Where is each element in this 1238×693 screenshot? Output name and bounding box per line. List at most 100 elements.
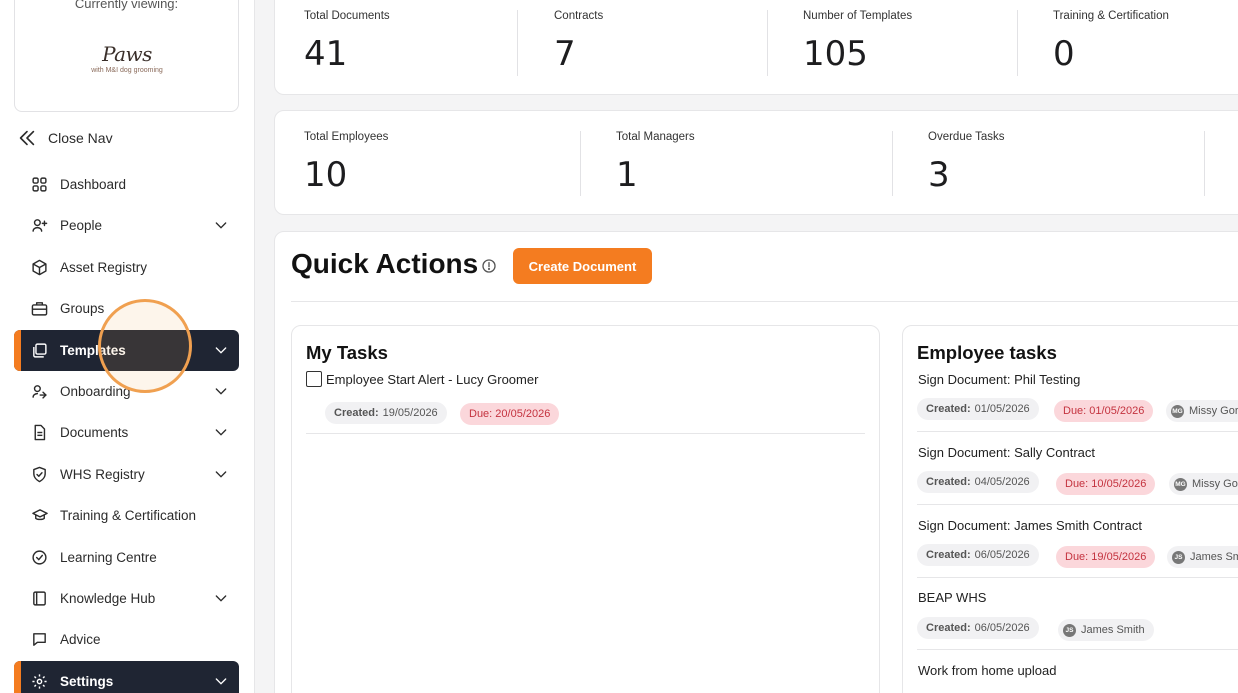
sidebar-item-label: Onboarding <box>60 384 131 399</box>
assignee-name: James Sm <box>1190 551 1238 563</box>
assignee-pill[interactable]: JS James Smith <box>1058 619 1154 641</box>
sidebar-item-label: People <box>60 218 103 233</box>
info-icon[interactable] <box>481 258 497 274</box>
assignee-name: Missy Gor <box>1192 478 1238 490</box>
chevron-down-icon[interactable] <box>213 217 229 233</box>
row-separator <box>917 649 1238 650</box>
sidebar: Currently viewing: Paws with M&I dog gro… <box>0 0 255 693</box>
task-checkbox[interactable] <box>306 371 322 387</box>
task-name[interactable]: Sign Document: James Smith Contract <box>918 518 1142 533</box>
stat-value: 3 <box>928 155 950 195</box>
sidebar-item-templates[interactable]: Templates <box>14 330 239 371</box>
stat-label: Contracts <box>554 10 604 22</box>
briefcase-icon <box>30 299 49 318</box>
gear-icon <box>30 672 49 691</box>
row-separator <box>917 431 1238 432</box>
sidebar-item-onboarding[interactable]: Onboarding <box>14 371 239 412</box>
sidebar-item-label: Training & Certification <box>60 508 197 523</box>
row-separator <box>917 504 1238 505</box>
stat-total-documents[interactable]: Total Documents 41 <box>304 10 390 74</box>
close-nav-button[interactable]: Close Nav <box>16 126 113 150</box>
created-date-pill: Created: 06/05/2026 <box>917 544 1039 566</box>
created-date: 06/05/2026 <box>974 622 1030 634</box>
assignee-pill[interactable]: JS James Sm <box>1167 546 1238 568</box>
double-chevron-left-icon <box>19 130 35 146</box>
chevron-down-icon[interactable] <box>213 673 229 689</box>
company-card: Currently viewing: Paws with M&I dog gro… <box>14 0 239 112</box>
book-icon <box>30 589 49 608</box>
employee-tasks-panel: Employee tasks Sign Document: Phil Testi… <box>902 325 1238 693</box>
sidebar-item-label: Settings <box>60 674 114 689</box>
created-label: Created: <box>926 476 971 488</box>
created-date-pill: Created: 19/05/2026 <box>325 402 447 424</box>
my-tasks-title: My Tasks <box>306 342 388 363</box>
stat-label: Total Documents <box>304 10 390 22</box>
assignee-pill[interactable]: MG Missy Gor <box>1166 400 1238 422</box>
sidebar-item-people[interactable]: People <box>14 205 239 246</box>
task-name[interactable]: Sign Document: Sally Contract <box>918 445 1095 460</box>
chevron-down-icon[interactable] <box>213 466 229 482</box>
sidebar-item-documents[interactable]: Documents <box>14 412 239 453</box>
created-label: Created: <box>926 403 971 415</box>
my-tasks-panel: My Tasks Employee Start Alert - Lucy Gro… <box>291 325 880 693</box>
sidebar-item-asset-registry[interactable]: Asset Registry <box>14 247 239 288</box>
copy-icon <box>30 341 49 360</box>
created-date-pill: Created: 04/05/2026 <box>917 471 1039 493</box>
stat-label: Total Employees <box>304 131 389 143</box>
cube-icon <box>30 258 49 277</box>
stat-total-employees[interactable]: Total Employees 10 <box>304 131 388 195</box>
user-plus-icon <box>30 216 49 235</box>
assignee-name: James Smith <box>1081 624 1145 636</box>
stat-divider <box>517 10 518 76</box>
task-name[interactable]: Sign Document: Phil Testing <box>918 372 1080 387</box>
stat-label: Total Managers <box>616 131 695 143</box>
sidebar-item-label: WHS Registry <box>60 467 145 482</box>
chevron-down-icon[interactable] <box>213 590 229 606</box>
assignee-pill[interactable]: MG Missy Gor <box>1169 473 1238 495</box>
due-date-pill: Due: 01/05/2026 <box>1054 400 1154 422</box>
employee-tasks-title: Employee tasks <box>917 342 1057 363</box>
task-name[interactable]: BEAP WHS <box>918 590 986 605</box>
stat-training-certification[interactable]: Training & Certification 0 <box>1053 10 1169 74</box>
created-date: 19/05/2026 <box>382 407 438 419</box>
stat-value: 0 <box>1053 34 1075 74</box>
task-name[interactable]: Employee Start Alert - Lucy Groomer <box>326 372 538 387</box>
stat-label: Training & Certification <box>1053 10 1169 22</box>
stat-overdue-tasks[interactable]: Overdue Tasks 3 <box>928 131 1005 195</box>
stat-contracts[interactable]: Contracts 7 <box>554 10 603 74</box>
stat-number-of-templates[interactable]: Number of Templates 105 <box>803 10 912 74</box>
stat-total-managers[interactable]: Total Managers 1 <box>616 131 695 195</box>
sidebar-item-training-certification[interactable]: Training & Certification <box>14 495 239 536</box>
sidebar-item-settings[interactable]: Settings <box>14 661 239 693</box>
sidebar-item-label: Documents <box>60 425 129 440</box>
sidebar-item-dashboard[interactable]: Dashboard <box>14 164 239 205</box>
created-date-pill: Created: 06/05/2026 <box>917 617 1039 639</box>
stat-divider <box>580 131 581 196</box>
chevron-down-icon[interactable] <box>213 383 229 399</box>
currently-viewing-label: Currently viewing: <box>74 0 179 11</box>
stat-divider <box>1204 131 1205 196</box>
chat-icon <box>30 630 49 649</box>
create-document-button[interactable]: Create Document <box>513 248 652 284</box>
company-logo-text: Paws <box>102 42 152 66</box>
stat-divider <box>892 131 893 196</box>
sidebar-item-label: Learning Centre <box>60 550 157 565</box>
stat-value: 1 <box>616 155 638 195</box>
close-nav-label: Close Nav <box>48 130 113 146</box>
sidebar-item-whs-registry[interactable]: WHS Registry <box>14 454 239 495</box>
task-name[interactable]: Work from home upload <box>918 663 1057 678</box>
sidebar-item-advice[interactable]: Advice <box>14 619 239 660</box>
stat-value: 105 <box>803 34 868 74</box>
created-date-pill: Created: 01/05/2026 <box>917 398 1039 420</box>
due-date-pill: Due: 10/05/2026 <box>1056 473 1156 495</box>
avatar: JS <box>1063 623 1076 637</box>
sidebar-item-learning-centre[interactable]: Learning Centre <box>14 537 239 578</box>
stat-value: 7 <box>554 34 576 74</box>
created-label: Created: <box>334 407 379 419</box>
sidebar-item-knowledge-hub[interactable]: Knowledge Hub <box>14 578 239 619</box>
sidebar-item-groups[interactable]: Groups <box>14 288 239 329</box>
chevron-down-icon[interactable] <box>213 424 229 440</box>
due-date-pill: Due: 19/05/2026 <box>1056 546 1156 568</box>
stats-card-documents: Total Documents 41 Contracts 7 Number of… <box>274 0 1238 95</box>
chevron-down-icon[interactable] <box>213 342 229 358</box>
